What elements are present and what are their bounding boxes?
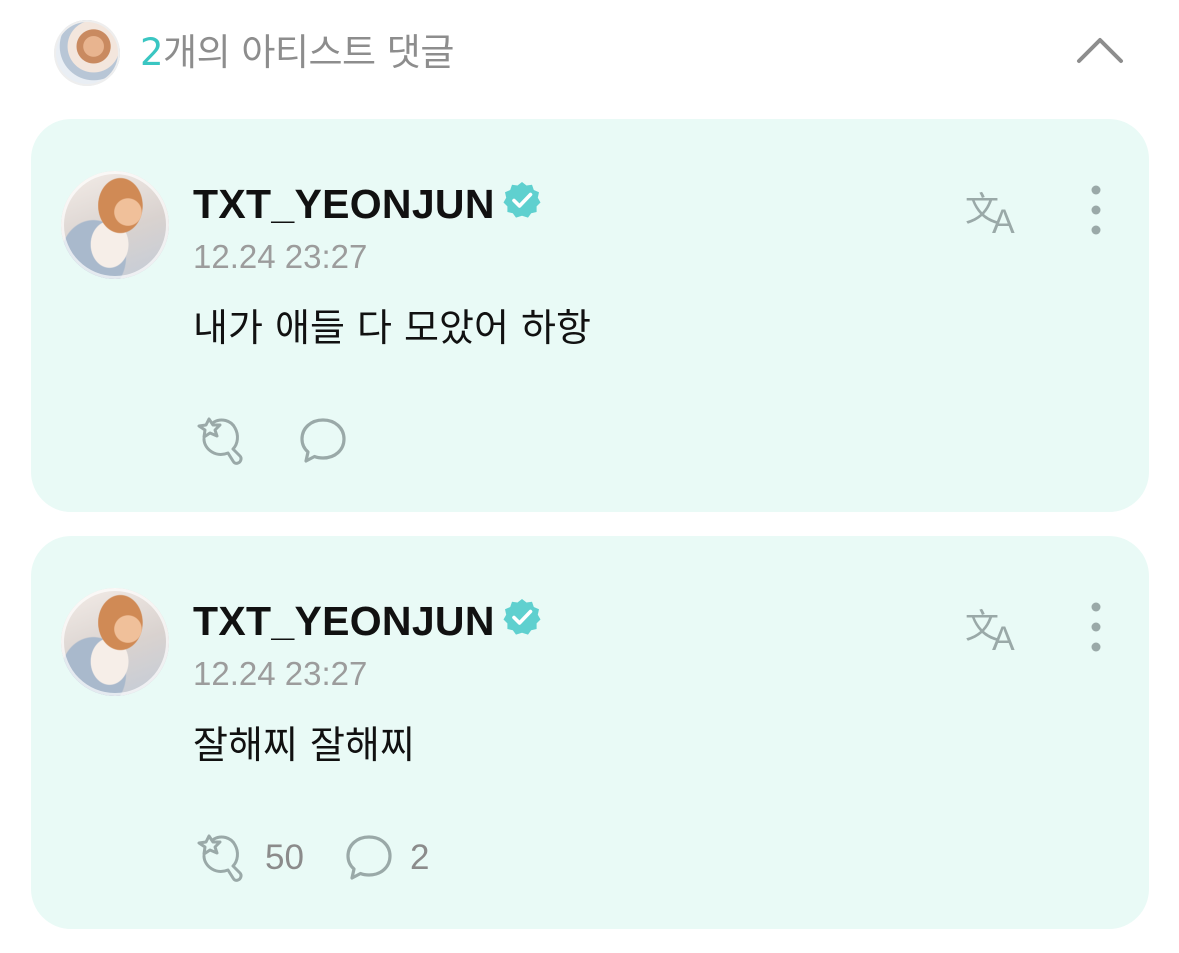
verified-badge-icon <box>503 599 541 635</box>
chevron-up-icon[interactable] <box>1074 32 1126 66</box>
reply-button[interactable] <box>298 416 348 466</box>
artist-comments-title-text: 개의 아티스트 댓글 <box>163 31 454 74</box>
comment-text: 잘해찌 잘해찌 <box>193 723 415 767</box>
artist-comments-panel: 2개의 아티스트 댓글 TXT_YEONJUN 12.24 23:27 내가 애… <box>0 0 1179 953</box>
artist-comment-count: 2 <box>140 31 164 74</box>
speech-bubble-icon <box>300 418 346 463</box>
user-avatar[interactable] <box>61 171 169 279</box>
more-options-icon[interactable] <box>1081 600 1111 654</box>
comment-text: 내가 애들 다 모았어 하항 <box>193 306 591 350</box>
more-options-icon[interactable] <box>1081 183 1111 237</box>
like-button[interactable] <box>193 415 247 467</box>
artist-avatar-thumbnail <box>54 20 120 86</box>
like-hand-icon <box>197 417 243 465</box>
svg-text:A: A <box>992 620 1015 652</box>
svg-text:A: A <box>992 203 1015 235</box>
comment-actions <box>193 415 348 467</box>
comment-username[interactable]: TXT_YEONJUN <box>193 179 495 229</box>
artist-comments-title: 2개의 아티스트 댓글 <box>140 30 454 76</box>
comment-timestamp: 12.24 23:27 <box>193 655 368 692</box>
reply-count: 2 <box>409 838 430 877</box>
reply-button[interactable]: 2 <box>344 833 429 883</box>
verified-badge-icon <box>503 182 541 218</box>
comment-timestamp: 12.24 23:27 <box>193 238 368 275</box>
translate-icon[interactable]: 文 A <box>965 600 1027 652</box>
comment-card: TXT_YEONJUN 12.24 23:27 내가 애들 다 모았어 하항 文… <box>31 119 1149 512</box>
comment-actions: 50 2 <box>193 832 429 884</box>
speech-bubble-icon <box>346 835 392 880</box>
like-hand-icon <box>197 834 243 882</box>
comment-card: TXT_YEONJUN 12.24 23:27 잘해찌 잘해찌 文 A 50 2 <box>31 536 1149 929</box>
translate-icon[interactable]: 文 A <box>965 183 1027 235</box>
artist-comments-header[interactable]: 2개의 아티스트 댓글 <box>0 0 1179 105</box>
like-button[interactable]: 50 <box>193 832 304 884</box>
like-count: 50 <box>265 838 304 877</box>
comment-username[interactable]: TXT_YEONJUN <box>193 596 495 646</box>
user-avatar[interactable] <box>61 588 169 696</box>
